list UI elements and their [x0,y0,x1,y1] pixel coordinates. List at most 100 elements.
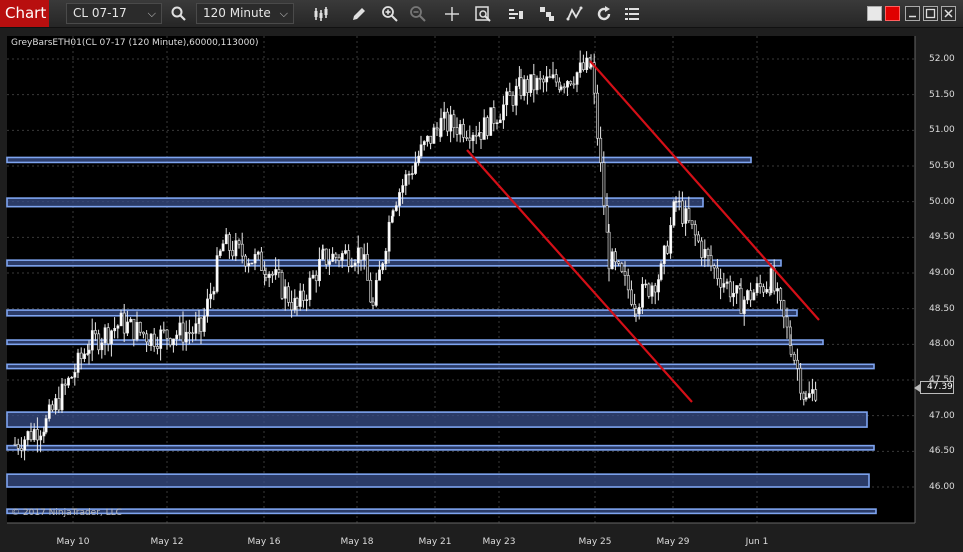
candle-body [505,91,509,106]
candle-body [684,208,688,224]
candle-body [172,338,175,346]
candle-body [250,262,254,265]
candle-body [298,290,302,307]
candle-body [474,134,478,137]
price-tick-label: 51.50 [929,89,955,100]
candle-body [407,173,411,176]
candle-body [468,137,472,142]
candle-body [274,269,278,276]
candle-body [489,107,493,136]
date-tick-label: Jun 1 [745,537,769,547]
candle-body [83,353,86,359]
candle-body [617,261,621,264]
candle-body [168,338,172,346]
candle-body [508,91,512,96]
candle-body [585,57,589,71]
candle-body [582,62,585,71]
candle-body [218,250,222,256]
date-tick-label: May 10 [56,537,90,547]
candle-body [159,329,163,349]
candle-body [387,221,391,252]
candle-body [626,275,630,291]
candle-body [542,78,545,83]
candle-body [610,251,614,270]
zone-band [6,444,875,451]
candle-body [811,389,814,394]
candle-body [253,254,257,264]
candle-body [321,248,325,251]
price-tick-label: 47.00 [929,410,955,421]
zone-band [6,363,875,370]
price-chart-canvas [6,36,916,524]
candle-body [277,269,281,273]
candle-body [212,291,216,295]
date-tick-label: May 21 [418,537,452,547]
candle-body [449,114,453,132]
candle-body [344,250,347,254]
candle-body [381,263,385,271]
candle-body [384,250,388,264]
zone-band [6,339,824,346]
zone-band [6,197,704,208]
candle-body [331,253,335,262]
copyright-notice: © 2017 NinjaTrader, LLC [11,508,122,518]
candle-body [290,302,294,311]
candle-body [391,210,395,217]
price-tick-label: 49.50 [929,232,955,243]
candle-body [562,86,566,89]
candle-body [314,274,318,282]
candle-body [398,192,401,206]
candle-body [356,247,360,264]
candle-body [29,431,33,441]
candle-body [188,331,191,334]
candle-body [293,298,297,311]
zone-band [6,473,870,488]
candle-body [13,443,17,446]
candle-body [221,243,225,252]
candle-body [206,298,209,317]
candle-body [106,327,110,345]
candle-body [103,327,107,344]
candle-body [39,435,43,441]
candle-body [633,304,637,309]
candle-body [758,283,762,288]
candle-body [20,448,23,451]
candle-body [779,288,783,301]
candle-body [165,329,169,339]
candle-body [522,79,526,96]
candle-body [792,353,796,361]
candle-body [432,127,436,144]
candle-body [328,261,331,265]
candle-body [175,334,179,340]
candle-body [271,273,274,276]
candle-body [614,251,617,263]
candle-body [511,95,515,106]
candle-body [799,368,803,394]
candle-body [482,117,486,140]
candle-body [181,322,185,343]
candle-body [709,255,713,267]
candle-body [559,86,563,90]
candle-body [135,321,139,340]
candle-body [572,83,576,86]
candle-body [47,404,51,419]
candle-body [318,259,321,282]
candle-body [237,240,241,245]
candle-body [267,273,271,278]
candle-body [194,323,198,334]
candle-body [260,251,263,271]
candle-body [419,144,423,157]
date-tick-label: May 12 [150,537,184,547]
candle-body [122,312,126,334]
candle-body [605,205,609,233]
candle-body [410,173,414,175]
candle-body [231,250,235,257]
candle-body [129,318,133,323]
candle-body [465,137,469,139]
chart-title: GreyBarsETH01(CL 07-17 (120 Minute),6000… [11,38,259,48]
candle-body [417,155,421,164]
candle-body [126,321,129,334]
candle-body [703,248,707,258]
candle-body [462,124,465,138]
candle-body [79,352,83,359]
